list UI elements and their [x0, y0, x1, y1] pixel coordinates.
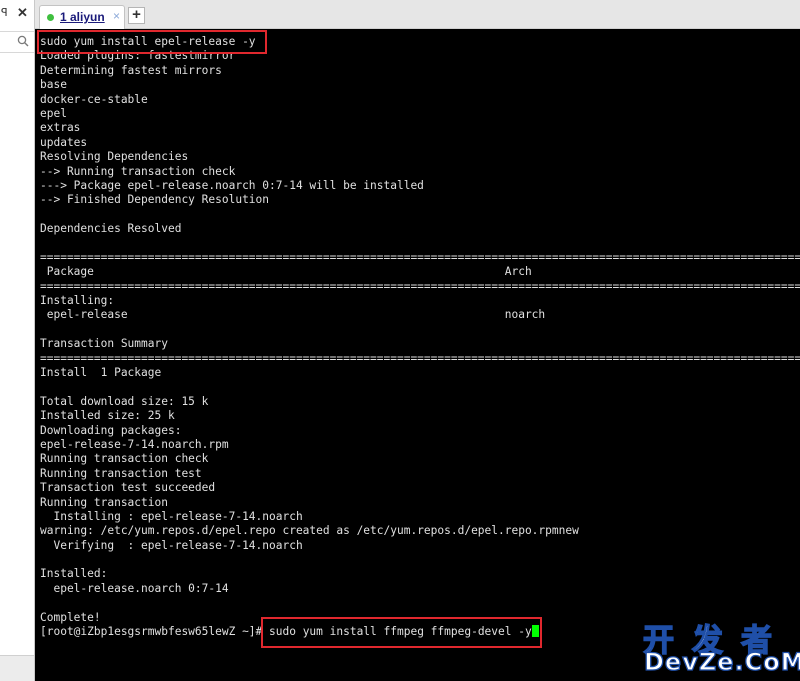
terminal-line: ========================================… [40, 351, 800, 365]
session-tab-bar: 1 aliyun × + [35, 0, 800, 29]
terminal-line: Transaction test succeeded [40, 481, 216, 495]
terminal-line: ========================================… [40, 250, 800, 264]
left-side-panel: ꟼ ✕ [0, 0, 35, 681]
terminal-line: epel-release noarch [40, 308, 546, 322]
terminal-line: docker-ce-stable [40, 92, 148, 106]
search-icon [17, 35, 29, 47]
terminal-window[interactable]: sudo yum install epel-release -y Loaded p… [35, 29, 800, 681]
watermark-english-text: DevZe.CoM [643, 647, 800, 676]
terminal-line: Package Arch [40, 265, 532, 279]
terminal-line: epel [40, 106, 67, 120]
terminal-line: extras [40, 121, 81, 135]
tab-label: 1 aliyun [60, 10, 105, 24]
close-tab-icon[interactable]: × [113, 9, 120, 23]
terminal-line: warning: /etc/yum.repos.d/epel.repo crea… [40, 524, 579, 538]
panel-footer [0, 655, 34, 681]
pin-icon[interactable]: ꟼ [1, 6, 8, 19]
panel-search-field[interactable] [0, 31, 34, 53]
shell-prompt: [root@iZbp1esgsrmwbfesw65lewZ ~]# [40, 625, 270, 639]
terminal-line: Installed size: 25 k [40, 409, 175, 423]
terminal-line: Installing : epel-release-7-14.noarch [40, 509, 303, 523]
terminal-line: Total download size: 15 k [40, 394, 209, 408]
terminal-line: Running transaction check [40, 452, 209, 466]
terminal-line: Verifying : epel-release-7-14.noarch [40, 538, 303, 552]
terminal-line: Install 1 Package [40, 365, 162, 379]
terminal-line: epel-release.noarch 0:7-14 [40, 581, 229, 595]
terminal-output: sudo yum install epel-release -y Loaded p… [40, 35, 800, 639]
panel-header: ꟼ ✕ [0, 5, 34, 22]
terminal-line: Transaction Summary [40, 337, 168, 351]
terminal-line: epel-release-7-14.noarch.rpm [40, 437, 229, 451]
terminal-line: --> Running transaction check [40, 164, 236, 178]
terminal-line: ---> Package epel-release.noarch 0:7-14 … [40, 178, 424, 192]
terminal-line: base [40, 78, 67, 92]
terminal-line: Installing: [40, 294, 115, 308]
highlight-box-first-command [37, 30, 267, 54]
terminal-line: Installed: [40, 567, 108, 581]
highlight-box-second-command [261, 617, 542, 648]
terminal-line: Resolving Dependencies [40, 150, 189, 164]
terminal-line: Running transaction test [40, 466, 202, 480]
new-tab-button[interactable]: + [128, 7, 145, 24]
tab-aliyun[interactable]: 1 aliyun × [39, 5, 125, 29]
terminal-line: Downloading packages: [40, 423, 182, 437]
terminal-line: Running transaction [40, 495, 168, 509]
terminal-line: Dependencies Resolved [40, 222, 182, 236]
terminal-line: --> Finished Dependency Resolution [40, 193, 270, 207]
devze-watermark-logo: 开发者 DevZe.CoM [640, 615, 800, 677]
terminal-line: updates [40, 135, 88, 149]
close-panel-icon[interactable]: ✕ [17, 5, 28, 21]
terminal-line: Determining fastest mirrors [40, 63, 222, 77]
terminal-line: ========================================… [40, 279, 800, 293]
connection-status-icon [47, 14, 54, 21]
